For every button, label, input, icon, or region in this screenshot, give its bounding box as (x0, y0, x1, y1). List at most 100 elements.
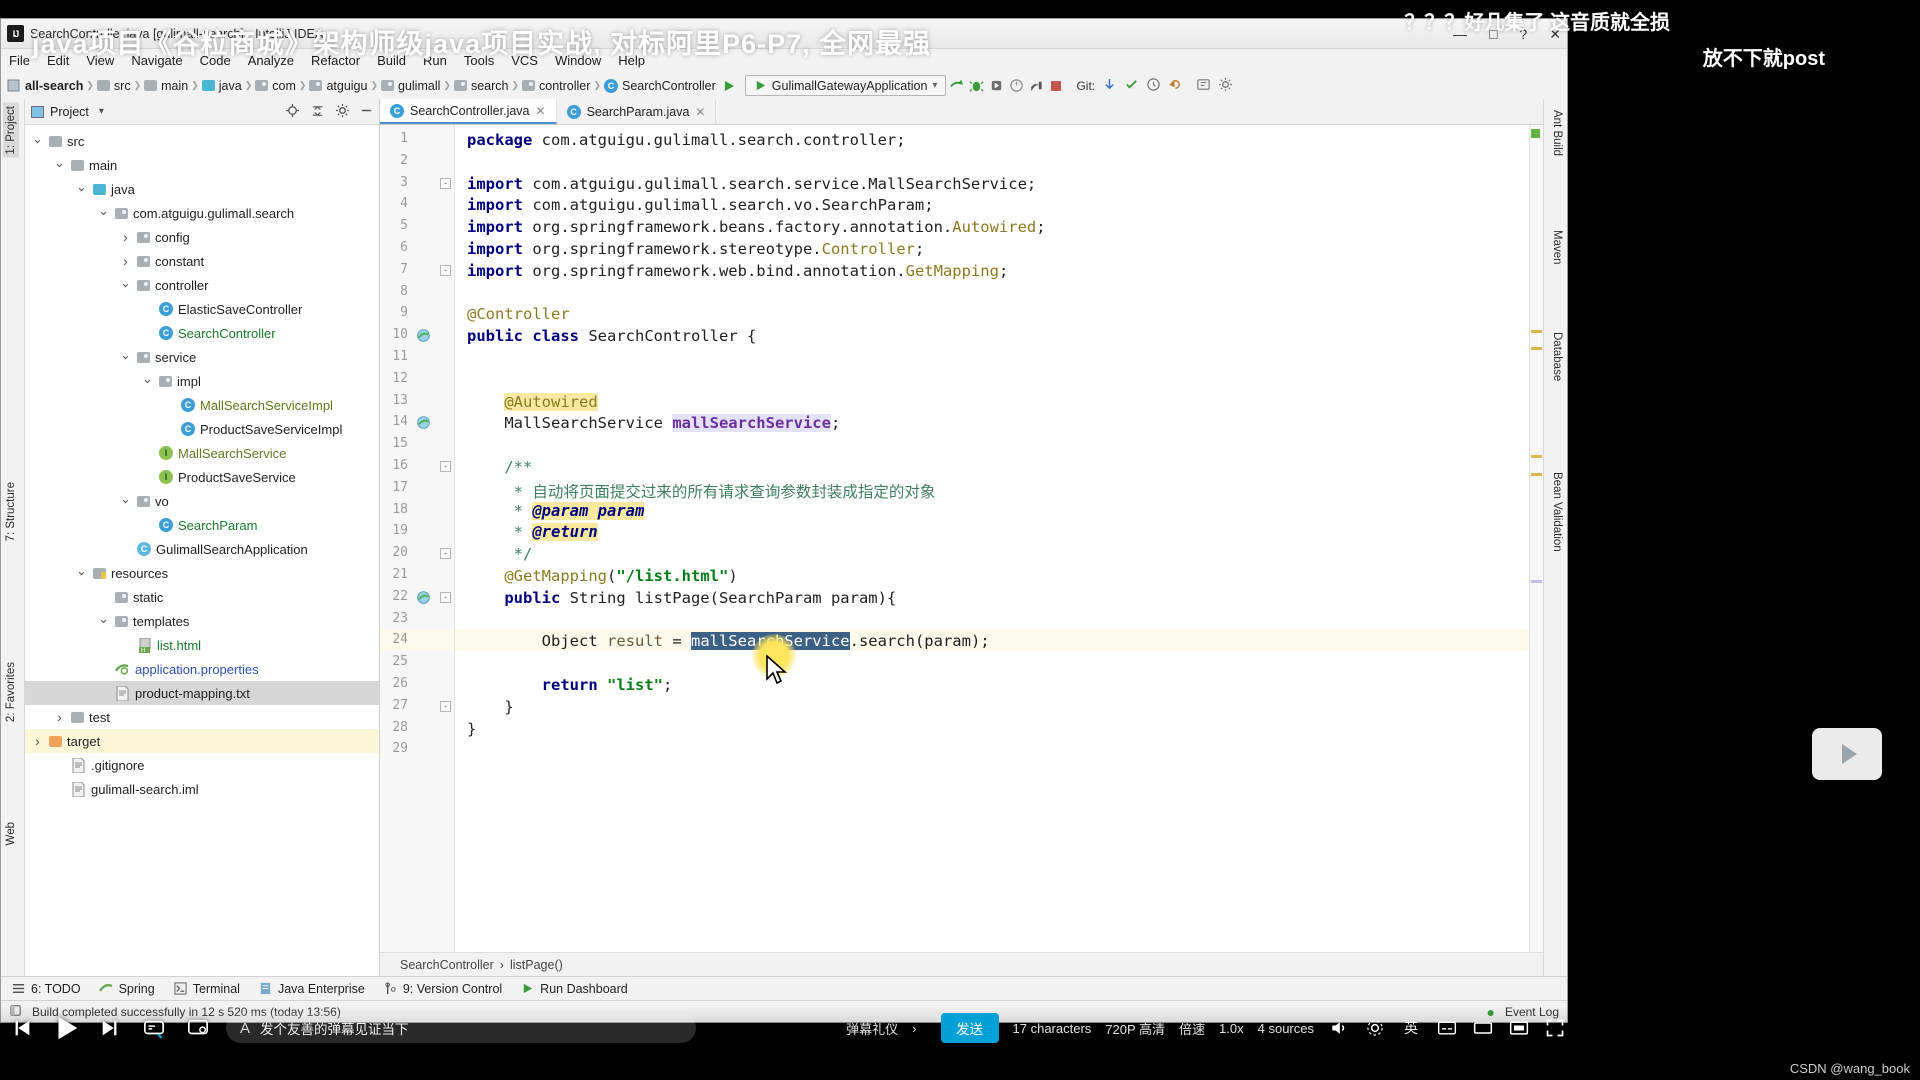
tool-tab-run-dashboard[interactable]: Run Dashboard (520, 981, 628, 996)
run-button[interactable] (946, 75, 966, 96)
fullscreen-icon[interactable] (1544, 1017, 1566, 1039)
tree-item[interactable]: ⌄ vo (25, 489, 379, 513)
tool-tab-terminal[interactable]: Terminal (173, 981, 240, 996)
debug-button[interactable] (966, 75, 986, 96)
danmaku-style-icon[interactable]: A (240, 1020, 250, 1037)
danmaku-input[interactable]: A 发个友善的弹幕见证当下 (226, 1013, 696, 1043)
menu-item-file[interactable]: File (9, 53, 30, 68)
tool-tab-9-version-control[interactable]: 9: Version Control (383, 981, 502, 996)
tool-tab-ant-build[interactable]: Ant Build (1549, 107, 1565, 159)
tree-item[interactable]: Hlist.html (25, 633, 379, 657)
code-fold-toggle[interactable]: - (440, 264, 451, 276)
run-configuration-selector[interactable]: GulimallGatewayApplication ▾ (744, 75, 947, 96)
chevron-down-icon[interactable]: ⌄ (53, 155, 66, 170)
chevron-right-icon[interactable]: › (31, 733, 44, 749)
chevron-down-icon[interactable]: ⌄ (97, 611, 110, 626)
maximize-button[interactable]: □ (1489, 26, 1497, 42)
settings-gear-icon[interactable] (1218, 77, 1233, 95)
chevron-down-icon[interactable]: ⌄ (141, 371, 154, 386)
tool-tab-database[interactable]: Database (1549, 329, 1565, 384)
breadcrumb-item-com[interactable]: com (252, 79, 299, 93)
code-fold-toggle[interactable]: - (440, 700, 451, 712)
breadcrumb-item-gulimall[interactable]: gulimall (378, 79, 443, 93)
tree-item[interactable]: › constant (25, 249, 379, 273)
project-tree[interactable]: ⌄ src ⌄ main ⌄ java ⌄ com.atguigu.gulimall.sear… (25, 125, 379, 976)
tree-item[interactable]: product-mapping.txt (25, 681, 379, 705)
editor-tab-searchcontroller-java[interactable]: C SearchController.java ✕ (380, 99, 557, 124)
scroll-from-source-icon[interactable] (285, 103, 300, 121)
tool-tab-java-enterprise[interactable]: Java Enterprise (258, 981, 365, 996)
tree-item[interactable]: ⌄ main (25, 153, 379, 177)
menu-item-build[interactable]: Build (377, 53, 406, 68)
code-editor[interactable]: 1 2 3-4 5 6 7-8 9 10 11 12 13 14 15 16-17 18 19 20-21 22-… (380, 125, 1543, 952)
editor-gutter[interactable]: 1 2 3-4 5 6 7-8 9 10 11 12 13 14 15 16-17 18 19 20-21 22-… (380, 125, 455, 952)
tree-item[interactable]: ⌄ controller (25, 273, 379, 297)
minimize-button[interactable]: — (1453, 26, 1467, 42)
tree-item[interactable]: › target (25, 729, 379, 753)
tree-item[interactable]: ⌄ resources (25, 561, 379, 585)
widescreen-icon[interactable] (1472, 1017, 1494, 1039)
tree-item[interactable]: C MallSearchServiceImpl (25, 393, 379, 417)
chevron-down-icon[interactable]: ⌄ (31, 131, 44, 146)
breadcrumb-item-src[interactable]: src (94, 79, 134, 93)
breadcrumb-item-main[interactable]: main (141, 79, 191, 93)
run-icon-small[interactable] (719, 75, 739, 96)
tree-item[interactable]: ⌄ templates (25, 609, 379, 633)
tool-tab-bean-validation[interactable]: Bean Validation (1549, 469, 1565, 555)
code-fold-toggle[interactable]: - (440, 177, 451, 189)
chevron-down-icon[interactable]: ⌄ (75, 563, 88, 578)
tree-item[interactable]: I MallSearchService (25, 441, 379, 465)
tree-item[interactable]: gulimall-search.iml (25, 777, 379, 801)
tree-item[interactable]: ⌄ src (25, 129, 379, 153)
tree-item[interactable]: .gitignore (25, 753, 379, 777)
tool-tab-structure[interactable]: 7: Structure (3, 479, 19, 544)
quality-selector[interactable]: 720P 高清 (1105, 1019, 1165, 1038)
collapse-all-icon[interactable] (310, 103, 325, 121)
editor-breadcrumb[interactable]: SearchController › listPage() (380, 952, 1543, 976)
next-button[interactable] (88, 1006, 132, 1050)
danmaku-etiquette-label[interactable]: 弹幕礼仪 (846, 1019, 898, 1038)
tree-item[interactable]: › test (25, 705, 379, 729)
tree-item[interactable]: application.properties (25, 657, 379, 681)
chevron-right-icon[interactable]: › (53, 709, 66, 725)
code-fold-toggle[interactable]: - (440, 591, 451, 603)
menu-item-tools[interactable]: Tools (464, 53, 494, 68)
close-button[interactable]: ✕ (1549, 26, 1561, 43)
breadcrumb-item-atguigu[interactable]: atguigu (306, 79, 370, 93)
close-icon[interactable]: ✕ (536, 104, 546, 118)
tree-item[interactable]: › config (25, 225, 379, 249)
tool-tab-web[interactable]: Web (3, 819, 19, 848)
menu-item-help[interactable]: Help (618, 53, 645, 68)
tool-tab-6-todo[interactable]: 6: TODO (11, 981, 81, 996)
git-history-icon[interactable] (1146, 77, 1161, 95)
tree-item[interactable]: C GulimallSearchApplication (25, 537, 379, 561)
danmaku-settings-icon[interactable] (176, 1006, 220, 1050)
editor-marker-bar[interactable] (1529, 125, 1543, 952)
help-button[interactable]: ? (1519, 26, 1527, 42)
run-with-coverage-button[interactable] (986, 75, 1006, 96)
chevron-right-icon[interactable]: › (912, 1021, 916, 1036)
audio-track-selector[interactable]: 4 sources (1258, 1021, 1314, 1036)
git-rollback-icon[interactable] (1168, 77, 1183, 95)
git-update-icon[interactable] (1102, 77, 1117, 95)
chevron-right-icon[interactable]: › (119, 229, 132, 245)
source-code[interactable]: package com.atguigu.gulimall.search.cont… (455, 125, 1529, 952)
chevron-down-icon[interactable]: ⌄ (119, 491, 132, 506)
tool-tab-spring[interactable]: Spring (99, 981, 155, 996)
bean-injection-icon[interactable] (416, 415, 432, 431)
menu-item-refactor[interactable]: Refactor (311, 53, 360, 68)
menu-item-edit[interactable]: Edit (47, 53, 69, 68)
volume-icon[interactable] (1328, 1017, 1350, 1039)
tree-item[interactable]: ⌄ com.atguigu.gulimall.search (25, 201, 379, 225)
subtitle-icon[interactable] (1436, 1017, 1458, 1039)
previous-button[interactable] (0, 1006, 44, 1050)
tool-tab-favorites[interactable]: 2: Favorites (3, 659, 19, 725)
hide-icon[interactable] (360, 104, 373, 120)
menu-item-vcs[interactable]: VCS (511, 53, 538, 68)
menu-item-run[interactable]: Run (423, 53, 447, 68)
tree-item[interactable]: ⌄ java (25, 177, 379, 201)
chevron-down-icon[interactable]: ▾ (99, 106, 104, 117)
close-icon[interactable]: ✕ (695, 105, 705, 119)
tree-item[interactable]: ⌄ impl (25, 369, 379, 393)
chevron-down-icon[interactable]: ⌄ (119, 347, 132, 362)
